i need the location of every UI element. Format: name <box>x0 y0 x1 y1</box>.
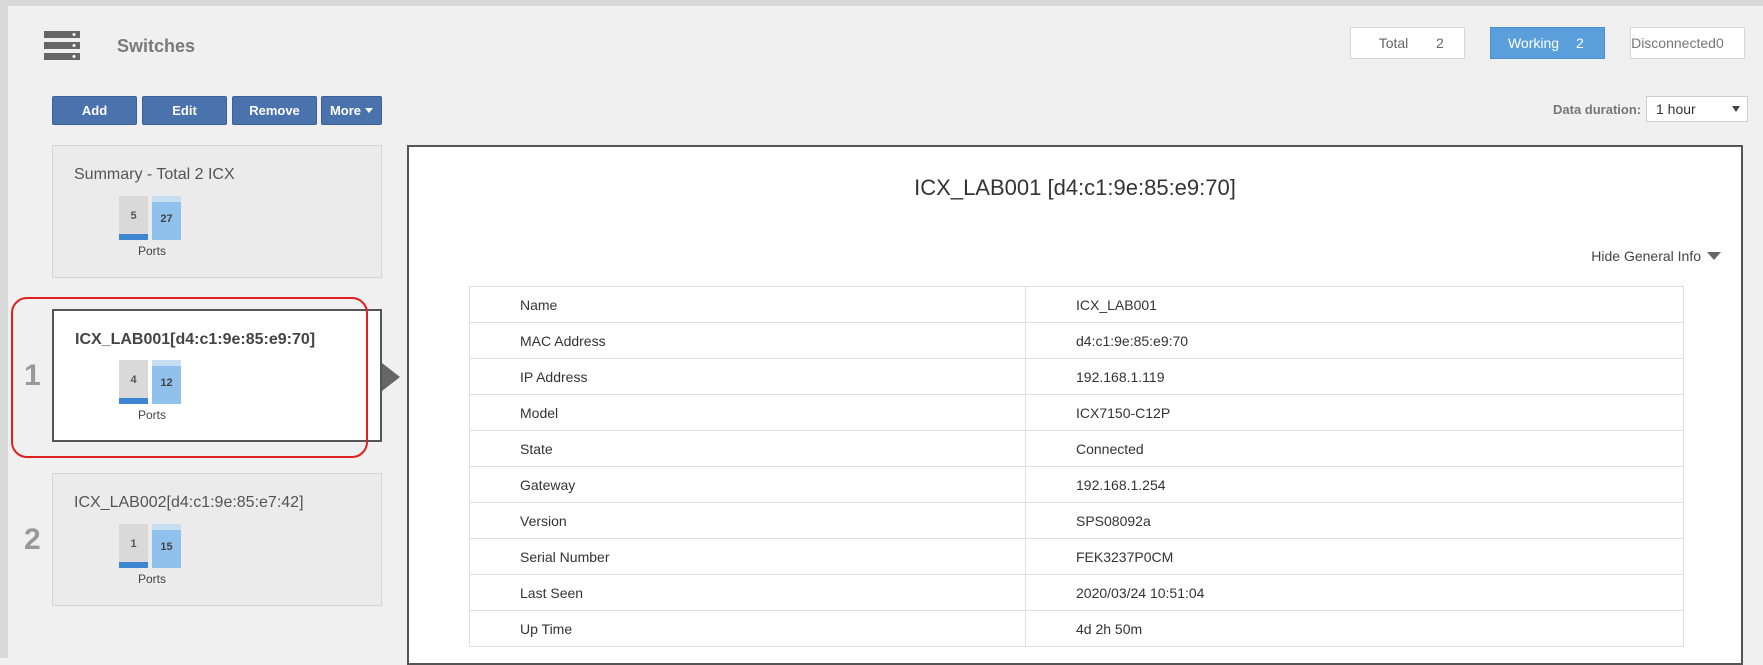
total-count-badge[interactable]: Total 2 <box>1350 27 1465 59</box>
info-key: Name <box>469 286 1026 323</box>
data-duration-label: Data duration: <box>1553 102 1642 117</box>
total-count: 2 <box>1436 35 1444 51</box>
server-rack-icon <box>44 31 80 61</box>
disconnected-label: Disconnected <box>1631 35 1716 51</box>
ports-total-bar: 15 <box>152 524 181 568</box>
info-key: IP Address <box>469 358 1026 395</box>
edit-button[interactable]: Edit <box>142 96 227 125</box>
ports-total-bar: 27 <box>152 196 181 240</box>
info-key: Model <box>469 394 1026 431</box>
info-value: ICX_LAB001 <box>1025 286 1684 323</box>
table-row: Version SPS08092a <box>469 502 1684 539</box>
total-label: Total <box>1378 35 1409 51</box>
data-duration-value: 1 hour <box>1656 101 1696 117</box>
left-border <box>0 0 8 658</box>
table-row: IP Address 192.168.1.119 <box>469 358 1684 395</box>
table-row: Model ICX7150-C12P <box>469 394 1684 431</box>
dropdown-arrow-icon <box>1732 106 1740 112</box>
info-value: FEK3237P0CM <box>1025 538 1684 575</box>
table-row: Serial Number FEK3237P0CM <box>469 538 1684 575</box>
info-value: 4d 2h 50m <box>1025 610 1684 647</box>
info-key: Up Time <box>469 610 1026 647</box>
disconnected-count-badge[interactable]: Disconnected 0 <box>1630 27 1745 59</box>
more-dropdown-button[interactable]: More <box>321 96 382 125</box>
table-row: Last Seen 2020/03/24 10:51:04 <box>469 574 1684 611</box>
info-key: Last Seen <box>469 574 1026 611</box>
switch-card-icx-lab002[interactable]: ICX_LAB002[d4:c1:9e:85:e7:42] 1 15 Ports <box>52 473 382 606</box>
data-duration-select[interactable]: 1 hour <box>1646 96 1748 122</box>
ports-label: Ports <box>138 244 167 258</box>
info-value: 192.168.1.254 <box>1025 466 1684 503</box>
caret-down-icon <box>1707 252 1721 260</box>
page-title: Switches <box>117 36 196 56</box>
switch-index-2: 2 <box>24 523 41 556</box>
ports-up-bar: 1 <box>119 524 148 568</box>
info-key: MAC Address <box>469 322 1026 359</box>
general-info-table: Name ICX_LAB001 MAC Address d4:c1:9e:85:e9:… <box>469 286 1684 647</box>
ports-label: Ports <box>138 572 167 586</box>
hide-general-info-label: Hide General Info <box>1591 248 1701 264</box>
working-count: 2 <box>1576 35 1584 51</box>
info-key: Gateway <box>469 466 1026 503</box>
more-label: More <box>329 103 362 118</box>
info-value: 2020/03/24 10:51:04 <box>1025 574 1684 611</box>
info-value: Connected <box>1025 430 1684 467</box>
remove-button[interactable]: Remove <box>232 96 317 125</box>
info-value: 192.168.1.119 <box>1025 358 1684 395</box>
info-key: Serial Number <box>469 538 1026 575</box>
table-row: Name ICX_LAB001 <box>469 286 1684 323</box>
detail-title: ICX_LAB001 [d4:c1:9e:85:e9:70] <box>914 175 1236 200</box>
info-value: ICX7150-C12P <box>1025 394 1684 431</box>
selection-highlight <box>11 297 368 458</box>
info-value: SPS08092a <box>1025 502 1684 539</box>
ports-up-bar: 5 <box>119 196 148 240</box>
info-key: State <box>469 430 1026 467</box>
table-row: MAC Address d4:c1:9e:85:e9:70 <box>469 322 1684 359</box>
hide-general-info-toggle[interactable]: Hide General Info <box>1591 248 1721 264</box>
switch-detail-panel: ICX_LAB001 [d4:c1:9e:85:e9:70] Hide Gene… <box>407 145 1743 665</box>
working-label: Working <box>1507 35 1560 51</box>
caret-down-icon <box>365 108 374 113</box>
summary-card-title: Summary - Total 2 ICX <box>74 166 235 183</box>
table-row: Gateway 192.168.1.254 <box>469 466 1684 503</box>
top-border <box>0 0 1763 6</box>
summary-card[interactable]: Summary - Total 2 ICX 5 27 Ports <box>52 145 382 278</box>
info-key: Version <box>469 502 1026 539</box>
switch-card-title: ICX_LAB002[d4:c1:9e:85:e7:42] <box>74 494 304 511</box>
info-value: d4:c1:9e:85:e9:70 <box>1025 322 1684 359</box>
table-row: Up Time 4d 2h 50m <box>469 610 1684 647</box>
add-button[interactable]: Add <box>52 96 137 125</box>
disconnected-count: 0 <box>1716 35 1724 51</box>
table-row: State Connected <box>469 430 1684 467</box>
selected-pointer-icon <box>382 363 400 391</box>
working-count-badge[interactable]: Working 2 <box>1490 27 1605 59</box>
